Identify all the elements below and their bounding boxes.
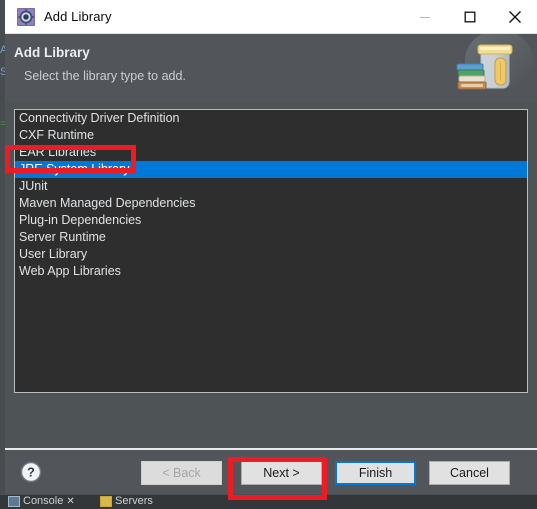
add-library-dialog: Add Library Add Library Select the libra…	[5, 0, 537, 494]
close-button[interactable]	[492, 0, 537, 33]
help-question-icon[interactable]: ?	[20, 461, 42, 483]
dialog-body: Connectivity Driver Definition CXF Runti…	[5, 102, 537, 451]
add-library-gear-icon	[17, 7, 35, 26]
list-item[interactable]: User Library	[15, 246, 527, 263]
list-item[interactable]: Plug-in Dependencies	[15, 212, 527, 229]
dialog-titlebar[interactable]: Add Library	[5, 0, 537, 34]
cancel-button[interactable]: Cancel	[429, 461, 510, 485]
list-item[interactable]: CXF Runtime	[15, 127, 527, 144]
console-icon	[8, 495, 20, 507]
window-controls	[402, 0, 537, 33]
list-item[interactable]: Connectivity Driver Definition	[15, 110, 527, 127]
ide-bottom-view-tabs: Console ✕ Servers	[0, 494, 537, 509]
jar-with-books-icon	[447, 34, 533, 102]
dialog-header-banner: Add Library Select the library type to a…	[5, 34, 537, 102]
header-title: Add Library	[14, 45, 90, 60]
list-item[interactable]: EAR Libraries	[15, 144, 527, 161]
back-button[interactable]: < Back	[141, 461, 222, 485]
svg-text:?: ?	[27, 466, 35, 480]
next-button[interactable]: Next >	[241, 461, 322, 485]
list-item[interactable]: Server Runtime	[15, 229, 527, 246]
maximize-button[interactable]	[447, 0, 492, 33]
dialog-title: Add Library	[44, 9, 112, 24]
list-item[interactable]: JUnit	[15, 178, 527, 195]
ide-tab-servers[interactable]: Servers	[100, 495, 153, 507]
dialog-footer: ? < Back Next > Finish Cancel	[5, 450, 537, 494]
library-type-list[interactable]: Connectivity Driver Definition CXF Runti…	[14, 109, 528, 393]
finish-button[interactable]: Finish	[335, 461, 416, 485]
list-item[interactable]: Web App Libraries	[15, 263, 527, 280]
minimize-button[interactable]	[402, 0, 447, 33]
list-item-selected[interactable]: JRE System Library	[15, 161, 527, 178]
close-icon[interactable]: ✕	[66, 496, 74, 507]
ide-tab-servers-label: Servers	[115, 495, 153, 507]
list-item[interactable]: Maven Managed Dependencies	[15, 195, 527, 212]
header-subtitle: Select the library type to add.	[24, 69, 186, 83]
ide-tab-console-label: Console	[23, 495, 64, 507]
server-icon	[100, 495, 112, 507]
ide-tab-console[interactable]: Console ✕	[8, 495, 75, 507]
